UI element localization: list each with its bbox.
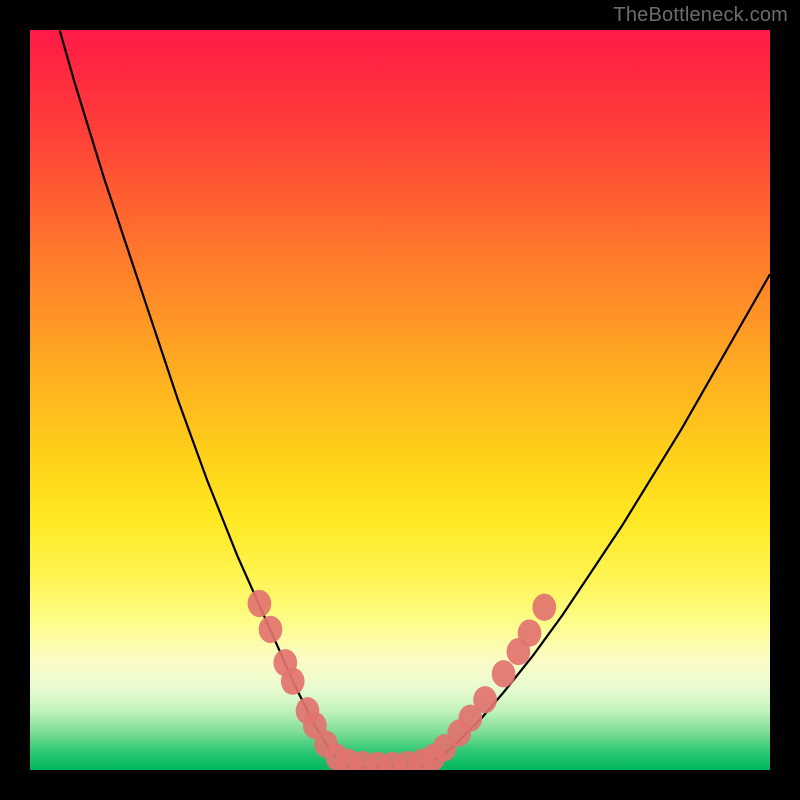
watermark-text: TheBottleneck.com <box>613 4 788 27</box>
chart-frame: TheBottleneck.com <box>0 0 800 800</box>
plot-area <box>30 30 770 770</box>
highlight-markers <box>248 590 557 770</box>
bottleneck-curve <box>60 30 770 768</box>
chart-svg <box>30 30 770 770</box>
